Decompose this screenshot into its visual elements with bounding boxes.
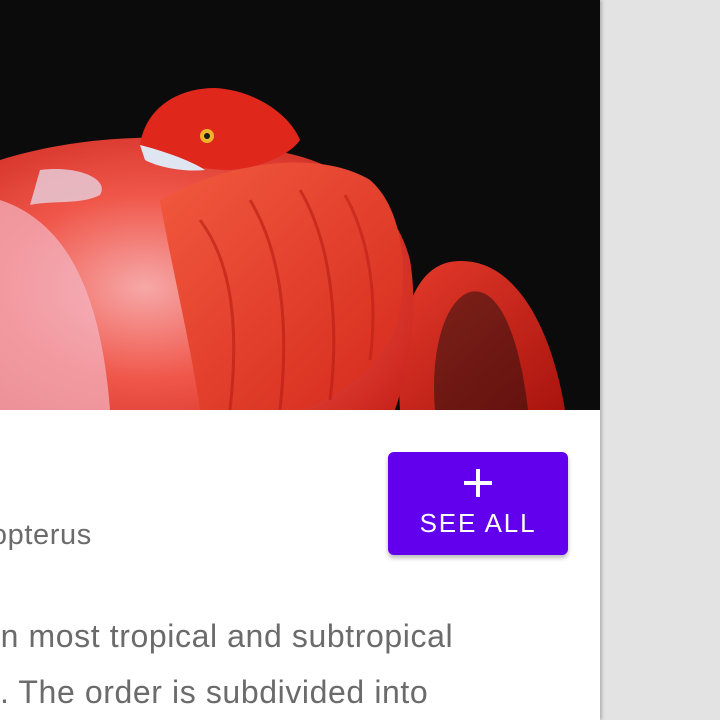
card-description: d in most tropical and subtropical ns. T…	[0, 608, 600, 720]
see-all-label: SEE ALL	[419, 508, 537, 538]
card-title: ingo	[0, 462, 1, 504]
bird-card: ingo hicopterus SEE ALL d in most tropic…	[0, 0, 600, 720]
card-subtitle: hicopterus	[0, 519, 92, 551]
description-line: ns. The order is subdivided into	[0, 674, 429, 710]
plus-icon	[464, 469, 492, 497]
description-line: d in most tropical and subtropical	[0, 618, 454, 654]
see-all-button[interactable]: SEE ALL	[388, 452, 568, 555]
flamingo-illustration	[0, 0, 600, 410]
flamingo-image	[0, 0, 600, 410]
screen: ingo hicopterus SEE ALL d in most tropic…	[0, 0, 720, 720]
